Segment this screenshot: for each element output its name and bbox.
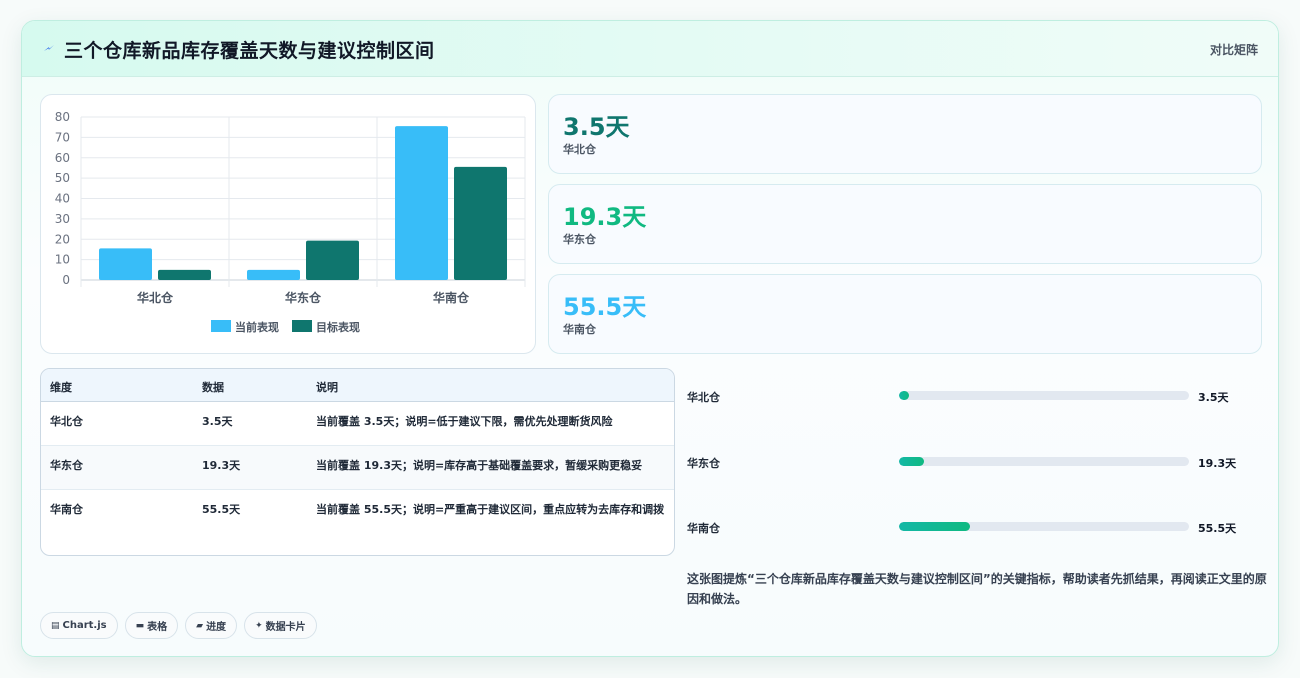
chip-table[interactable]: ▬ 表格 [124, 612, 179, 639]
column-header-data: 数据 [202, 381, 224, 394]
progress-label: 华北仓 [687, 391, 720, 404]
table-icon: ▬ [135, 620, 145, 631]
x-tick-label: 华北仓 [137, 290, 174, 305]
bar-current [99, 248, 152, 280]
kpi-label: 华东仓 [563, 233, 596, 246]
bar-target [306, 240, 359, 280]
y-tick-label: 30 [55, 212, 70, 226]
chip-data-card[interactable]: ✦ 数据卡片 [244, 612, 317, 639]
y-tick-label: 80 [55, 110, 70, 124]
table-row: 华南仓 55.5天 当前覆盖 55.5天；说明=严重高于建议区间，重点应转为去库… [41, 490, 674, 555]
kpi-card-north: 3.5天 华北仓 [548, 94, 1262, 174]
table-header: 维度 数据 说明 [41, 369, 674, 402]
table-cell-data: 19.3天 [202, 459, 241, 472]
bar-chart-panel: 0 10 20 30 40 50 60 70 80 华北仓 华东仓 华南仓当前表现 目标表现 [40, 94, 536, 354]
y-tick-label: 40 [55, 192, 70, 206]
legend-label: 当前表现 [235, 320, 279, 334]
table-row: 华东仓 19.3天 当前覆盖 19.3天；说明=库存高于基础覆盖要求，暂缓采购更… [41, 446, 674, 490]
chart-icon: ▤ [51, 620, 60, 631]
legend-swatch [211, 320, 231, 332]
progress-track [899, 391, 1189, 400]
progress-value: 55.5天 [1198, 522, 1237, 535]
bar-target [158, 269, 211, 280]
table-cell-data: 3.5天 [202, 415, 233, 428]
progress-row-north: 华北仓 3.5天 [687, 386, 1267, 406]
bar-current [247, 269, 300, 280]
column-header-description: 说明 [316, 381, 338, 394]
progress-row-east: 华东仓 19.3天 [687, 452, 1267, 472]
bolt-icon [44, 45, 54, 51]
chip-label: 数据卡片 [265, 622, 306, 633]
progress-label: 华东仓 [687, 457, 720, 470]
table-cell-dimension: 华东仓 [50, 459, 83, 472]
report-card: 三个仓库新品库存覆盖天数与建议控制区间 对比矩阵 0 10 20 30 40 50 60 70… [21, 20, 1279, 657]
legend-swatch [292, 320, 312, 332]
y-tick-label: 0 [62, 273, 70, 287]
table-cell-dimension: 华北仓 [50, 415, 83, 428]
bar-current [395, 126, 448, 280]
table-cell-data: 55.5天 [202, 503, 241, 516]
kpi-card-east: 19.3天 华东仓 [548, 184, 1262, 264]
kpi-value: 19.3天 [563, 203, 647, 231]
table-row: 华北仓 3.5天 当前覆盖 3.5天；说明=低于建议下限，需优先处理断货风险 [41, 402, 674, 446]
column-header-dimension: 维度 [50, 381, 72, 394]
kpi-label: 华南仓 [563, 323, 596, 336]
kpi-card-south: 55.5天 华南仓 [548, 274, 1262, 354]
mode-label[interactable]: 对比矩阵 [1210, 41, 1258, 58]
data-table: 维度 数据 说明 华北仓 3.5天 当前覆盖 3.5天；说明=低于建议下限，需优… [40, 368, 675, 556]
progress-value: 3.5天 [1198, 391, 1229, 404]
table-cell-description: 当前覆盖 3.5天；说明=低于建议下限，需优先处理断货风险 [316, 415, 613, 428]
y-tick-label: 60 [55, 151, 70, 165]
table-cell-description: 当前覆盖 55.5天；说明=严重高于建议区间，重点应转为去库存和调拨 [316, 503, 665, 516]
sparkle-icon: ✦ [255, 620, 263, 631]
progress-fill [899, 457, 924, 466]
progress-fill [899, 522, 971, 531]
chip-progress[interactable]: ▰ 进度 [185, 612, 238, 639]
legend-label: 目标表现 [316, 320, 360, 334]
x-tick-label: 华东仓 [285, 290, 322, 305]
progress-row-south: 华南仓 55.5天 [687, 517, 1267, 537]
x-tick-label: 华南仓 [433, 290, 470, 305]
y-tick-label: 70 [55, 130, 70, 144]
bar-chart: 0 10 20 30 40 50 60 70 80 华北仓 华东仓 华南仓当前表现 目标表现 [55, 110, 526, 334]
progress-track [899, 457, 1189, 466]
progress-value: 19.3天 [1198, 457, 1237, 470]
chip-label: Chart.js [62, 620, 107, 631]
tag-chips: ▤ Chart.js ▬ 表格 ▰ 进度 ✦ 数据卡片 [40, 612, 317, 639]
bar-target [454, 166, 507, 280]
progress-label: 华南仓 [687, 522, 720, 535]
chip-label: 进度 [206, 622, 227, 633]
progress-fill [899, 391, 910, 400]
y-tick-label: 20 [55, 232, 70, 246]
kpi-value: 3.5天 [563, 113, 630, 141]
y-tick-label: 50 [55, 171, 70, 185]
progress-track [899, 522, 1189, 531]
card-header: 三个仓库新品库存覆盖天数与建议控制区间 对比矩阵 [22, 21, 1278, 77]
kpi-value: 55.5天 [563, 293, 647, 321]
chip-chartjs[interactable]: ▤ Chart.js [40, 612, 118, 639]
summary-text: 这张图提炼“三个仓库新品库存覆盖天数与建议控制区间”的关键指标，帮助读者先抓结果… [687, 572, 1267, 606]
chip-label: 表格 [147, 622, 168, 633]
table-cell-dimension: 华南仓 [50, 503, 83, 516]
y-tick-label: 10 [55, 253, 70, 267]
kpi-label: 华北仓 [563, 143, 596, 156]
progress-icon: ▰ [196, 620, 204, 631]
page-title: 三个仓库新品库存覆盖天数与建议控制区间 [64, 40, 435, 62]
table-cell-description: 当前覆盖 19.3天；说明=库存高于基础覆盖要求，暂缓采购更稳妥 [316, 459, 643, 472]
